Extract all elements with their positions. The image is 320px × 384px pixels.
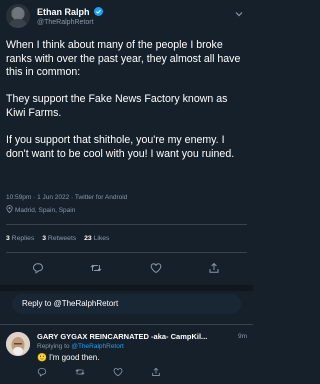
tweet-header: Ethan Ralph @TheRalphRetort xyxy=(6,4,247,30)
reply-tweet[interactable]: GARY GYGAX REINCARNATED -aka- CampKil...… xyxy=(6,332,247,384)
tweet-location[interactable]: Madrid, Spain, Spain xyxy=(6,205,75,215)
tweet-timestamp[interactable]: 10:59pm · 1 Jun 2022 · Twitter for Andro… xyxy=(6,194,127,201)
heart-icon[interactable] xyxy=(113,367,123,377)
smile-emoji-icon: 🙂 xyxy=(37,353,47,362)
replying-handle-link[interactable]: @TheRalphRetort xyxy=(71,343,123,350)
location-pin-icon xyxy=(6,205,13,215)
likes-stat[interactable]: 23 Likes xyxy=(84,235,109,242)
heart-icon[interactable] xyxy=(150,262,162,274)
divider xyxy=(0,324,253,325)
reply-placeholder: Reply to @TheRalphRetort xyxy=(22,299,119,308)
author-handle[interactable]: @TheRalphRetort xyxy=(37,19,94,26)
section-separator xyxy=(0,285,253,291)
reply-author-name[interactable]: GARY GYGAX REINCARNATED -aka- CampKil... xyxy=(37,332,227,341)
divider xyxy=(6,252,247,253)
tweet-stats: 3 Replies 3 Retweets 23 Likes xyxy=(6,235,115,242)
share-icon[interactable] xyxy=(151,367,161,377)
author-name[interactable]: Ethan Ralph xyxy=(37,7,104,17)
chevron-down-icon[interactable] xyxy=(235,10,243,18)
reply-input[interactable]: Reply to @TheRalphRetort xyxy=(12,294,241,314)
retweets-stat[interactable]: 3 Retweets xyxy=(42,235,76,242)
retweet-icon[interactable] xyxy=(75,367,85,377)
retweet-icon[interactable] xyxy=(90,262,102,274)
reply-text-content: I'm good then. xyxy=(48,353,100,362)
tweet-action-bar xyxy=(0,256,253,280)
reply-icon[interactable] xyxy=(32,262,44,274)
location-label: Madrid, Spain, Spain xyxy=(15,206,76,214)
reply-text: 🙂 I'm good then. xyxy=(37,353,99,362)
reply-icon[interactable] xyxy=(37,367,47,377)
reply-action-bar xyxy=(37,367,217,379)
share-icon[interactable] xyxy=(208,262,220,274)
divider xyxy=(6,224,247,225)
author-avatar[interactable] xyxy=(6,4,30,28)
replies-stat[interactable]: 3 Replies xyxy=(6,235,34,242)
replying-to: Replying to @TheRalphRetort xyxy=(37,343,124,350)
reply-time[interactable]: 9m xyxy=(238,333,247,340)
tweet-text: When I think about many of the people I … xyxy=(6,39,241,160)
verified-badge-icon xyxy=(94,7,104,16)
reply-author-avatar[interactable] xyxy=(6,332,30,356)
